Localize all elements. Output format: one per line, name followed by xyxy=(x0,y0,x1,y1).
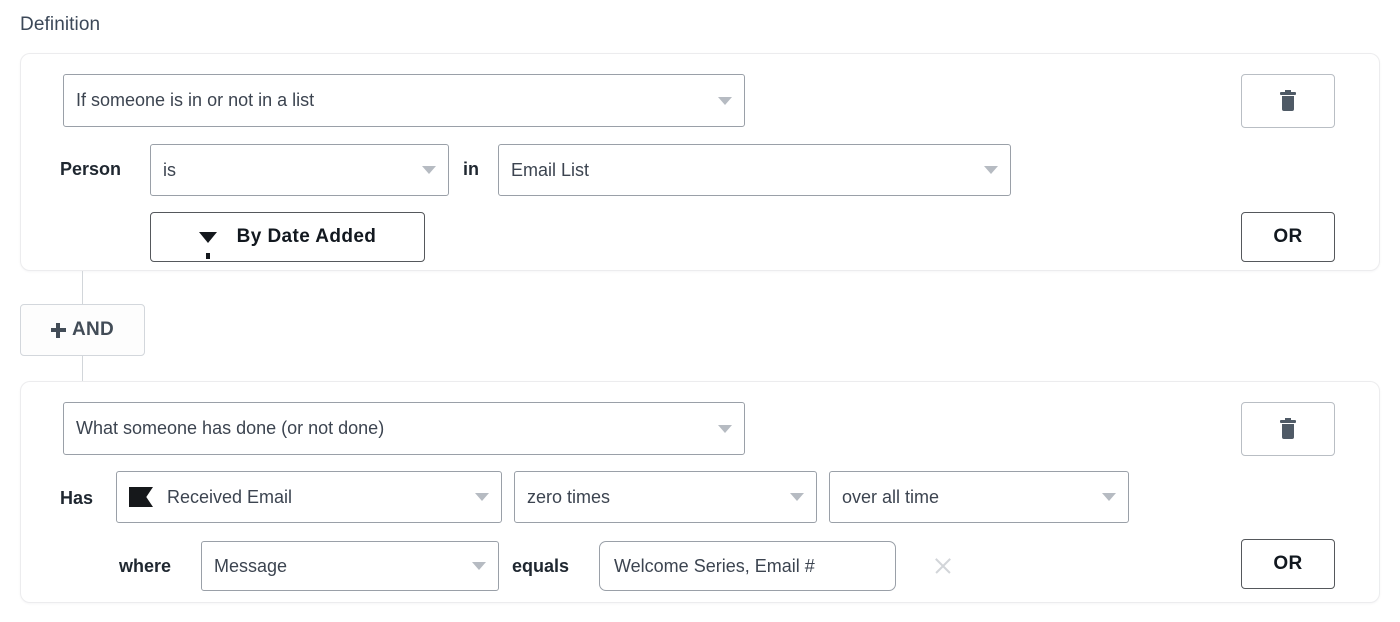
count-value: zero times xyxy=(527,486,611,507)
page-title: Definition xyxy=(20,14,101,35)
timeframe-value: over all time xyxy=(842,486,940,507)
message-value-text: Welcome Series, Email # xyxy=(614,555,815,576)
condition-block-2: What someone has done (or not done) Has … xyxy=(20,381,1380,603)
connector-line-bottom xyxy=(82,356,83,381)
or-button-label-1: OR xyxy=(1273,226,1303,247)
subject-label-2: Has xyxy=(60,488,94,508)
email-list-value: Email List xyxy=(511,159,590,180)
delete-condition-button-2[interactable] xyxy=(1241,402,1335,456)
chevron-down-icon xyxy=(718,424,732,433)
by-date-added-label: By Date Added xyxy=(236,226,377,247)
condition-type-select-1[interactable]: If someone is in or not in a list xyxy=(63,74,745,127)
condition-block-1: If someone is in or not in a list Person… xyxy=(20,53,1380,271)
comparator-label: equals xyxy=(512,556,570,576)
list-operator-select[interactable]: is xyxy=(150,144,449,196)
chevron-down-icon xyxy=(984,166,998,174)
joiner-label-1: in xyxy=(463,159,479,179)
where-label: where xyxy=(119,556,172,576)
filter-icon xyxy=(198,231,217,259)
chevron-down-icon xyxy=(475,493,489,501)
or-button-label-2: OR xyxy=(1273,553,1303,574)
chevron-down-icon xyxy=(422,166,436,174)
condition-type-value-1: If someone is in or not in a list xyxy=(76,90,315,110)
chevron-down-icon xyxy=(1102,493,1116,501)
delete-condition-button-1[interactable] xyxy=(1241,74,1335,128)
chevron-down-icon xyxy=(790,493,804,501)
timeframe-select[interactable]: over all time xyxy=(829,471,1129,523)
segment-definition-builder: Definition If someone is in or not in a … xyxy=(0,0,1400,622)
add-and-condition-button[interactable]: AND xyxy=(20,304,145,356)
condition-type-select-2[interactable]: What someone has done (or not done) xyxy=(63,402,745,455)
property-select[interactable]: Message xyxy=(201,541,499,591)
chevron-down-icon xyxy=(718,96,732,105)
count-select[interactable]: zero times xyxy=(514,471,817,523)
close-icon[interactable] xyxy=(932,555,954,577)
property-value: Message xyxy=(214,555,288,576)
metric-select[interactable]: Received Email xyxy=(116,471,502,523)
by-date-added-button[interactable]: By Date Added xyxy=(150,212,425,262)
metric-value: Received Email xyxy=(167,486,293,507)
or-button-2[interactable]: OR xyxy=(1241,539,1335,589)
chevron-down-icon xyxy=(472,562,486,570)
plus-icon xyxy=(50,322,66,338)
subject-label-1: Person xyxy=(60,159,122,179)
add-and-condition-label: AND xyxy=(71,319,115,340)
or-button-1[interactable]: OR xyxy=(1241,212,1335,262)
email-list-select[interactable]: Email List xyxy=(498,144,1011,196)
condition-type-value-2: What someone has done (or not done) xyxy=(76,418,385,438)
connector-line-top xyxy=(82,271,83,304)
list-operator-value: is xyxy=(163,159,176,180)
flag-icon xyxy=(129,487,153,507)
trash-icon xyxy=(1280,417,1296,439)
message-value-field[interactable]: Welcome Series, Email # xyxy=(599,541,896,591)
trash-icon xyxy=(1280,89,1296,111)
